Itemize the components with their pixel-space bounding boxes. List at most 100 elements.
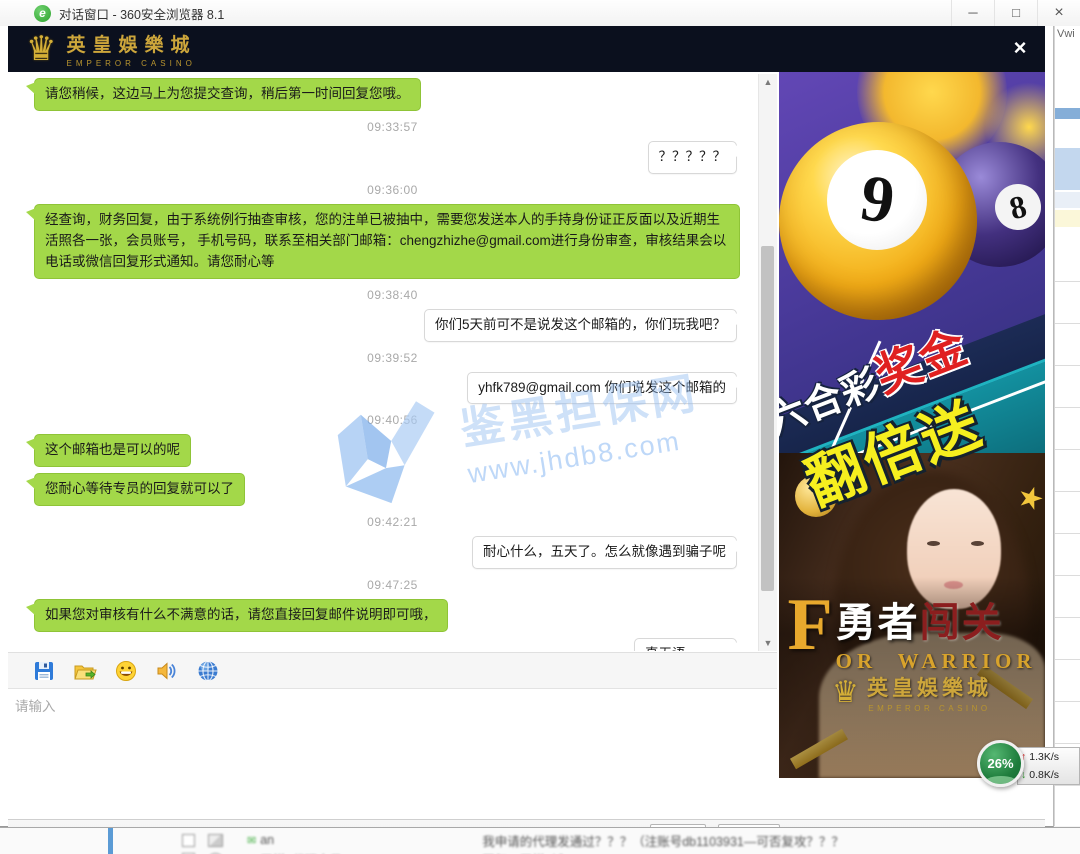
bubble-tail: [735, 313, 745, 326]
window-title: 对话窗口 - 360安全浏览器 8.1: [59, 4, 224, 23]
chat-bubble: 你们5天前可不是说发这个邮箱的，你们玩我吧？: [424, 309, 737, 342]
warrior-brave-text: 勇者: [836, 601, 920, 645]
chat-message-row: ？？？？？: [34, 141, 737, 174]
download-speed-value: 0.8K/s: [1029, 769, 1059, 781]
chat-bubble: 请您稍候，这边马上为您提交查询，稍后第一时间回复您哦。: [34, 78, 421, 111]
ball8-label: 8: [995, 184, 1041, 230]
chat-close-icon[interactable]: ×: [1007, 35, 1033, 61]
chat-bubble: ？？？？？: [648, 141, 738, 174]
chat-bubble: yhfk789@gmail.com 你们说发这个邮箱的: [467, 372, 737, 405]
browser-360-icon: e: [34, 5, 51, 22]
chat-bubble: 如果您对审核有什么不满意的话，请您直接回复邮件说明即可哦，: [34, 599, 448, 632]
background-row-lines: [1055, 240, 1080, 810]
chat-message-text: 您耐心等待专员的回复就可以了: [45, 481, 234, 496]
chat-timestamp: 09:47:25: [34, 575, 751, 595]
warrior-or-text: OR: [836, 649, 878, 673]
ball8-number: 8: [1006, 187, 1030, 227]
bubble-tail: [26, 438, 36, 451]
dialog-window-body: ♛ 英皇娛樂城 EMPEROR CASINO × 请您稍候，这边马上为您提交查询…: [0, 26, 1054, 827]
message-input[interactable]: 请输入: [8, 689, 777, 793]
crown-logo-icon: ♛: [26, 29, 56, 69]
bubble-tail: [735, 145, 745, 158]
scrollbar-thumb[interactable]: [761, 246, 774, 591]
mail-attachment-icon: [208, 834, 223, 847]
chat-message-row: 你们5天前可不是说发这个邮箱的，你们玩我吧？: [34, 309, 737, 342]
chat-panel: 请您稍候，这边马上为您提交查询，稍后第一时间回复您哦。 09:33:57 ？？？…: [8, 72, 777, 793]
background-partial-text: Vwi: [1057, 28, 1075, 40]
banner-warrior-title: F 勇者闯关 OR WARRIOR: [779, 590, 1045, 674]
bubble-tail: [735, 642, 745, 651]
chat-message-text: yhfk789@gmail.com 你们说发这个邮箱的: [478, 380, 726, 395]
sound-icon[interactable]: [155, 659, 179, 683]
chat-timestamp: 09:38:40: [34, 285, 751, 305]
network-speed-panel: ↑ 1.3K/s ↓ 0.8K/s: [1017, 747, 1080, 785]
mail-row[interactable]: ✉ 王棋6代理大员 回复：王棋6城: [0, 850, 1080, 854]
chat-timestamp: 09:39:52: [34, 348, 751, 368]
banner-casino-brand: ♛ 英皇娛樂城 EMPEROR CASINO: [779, 672, 1045, 713]
close-window-button[interactable]: ×: [1037, 0, 1080, 26]
background-row: [1055, 192, 1080, 208]
progress-percent: 26%: [987, 756, 1013, 771]
mail-flag-icon: ✉: [247, 834, 256, 847]
chat-scrollbar[interactable]: ▲ ▼: [758, 74, 777, 651]
banner-brand-en: EMPEROR CASINO: [867, 704, 992, 713]
mail-subject: 回复：王棋6城: [482, 850, 564, 854]
warrior-warrior-text: WARRIOR: [898, 649, 1037, 673]
mail-sender: 王棋6代理大员: [260, 850, 460, 854]
background-highlight-row: [1055, 210, 1080, 227]
chat-message-text: 如果您对审核有什么不满意的话，请您直接回复邮件说明即可哦，: [45, 607, 437, 622]
promo-banner[interactable]: 8 9 六合彩奖金 翻倍送 ★: [779, 72, 1045, 778]
emoji-icon[interactable]: [114, 659, 138, 683]
ball9-label: 9: [827, 150, 927, 250]
chat-message-text: 这个邮箱也是可以的呢: [45, 442, 180, 457]
minimize-button[interactable]: ─: [951, 0, 994, 26]
chat-bubble: 您耐心等待专员的回复就可以了: [34, 473, 245, 506]
chat-message-text: 经查询，财务回复，由于系统例行抽查审核，您的注单已被抽中，需要您发送本人的手持身…: [45, 212, 726, 269]
model-eye: [971, 541, 984, 546]
mail-checkbox[interactable]: [182, 834, 195, 847]
chat-timestamp: 09:42:21: [34, 512, 751, 532]
casino-brand-cn: 英皇娛樂城: [66, 30, 196, 57]
chat-message-text: 耐心什么，五天了。怎么就像遇到骗子呢: [483, 544, 726, 559]
chat-message-row: yhfk789@gmail.com 你们说发这个邮箱的: [34, 372, 737, 405]
progress-ball[interactable]: 26%: [977, 740, 1024, 787]
warrior-f-letter: F: [787, 590, 832, 674]
warrior-text-column: 勇者闯关 OR WARRIOR: [836, 590, 1037, 674]
save-icon[interactable]: [32, 659, 56, 683]
chat-message-text: 你们5天前可不是说发这个邮箱的，你们玩我吧？: [435, 317, 726, 332]
scroll-up-arrow-icon[interactable]: ▲: [759, 74, 777, 90]
chat-bubble: 耐心什么，五天了。怎么就像遇到骗子呢: [472, 536, 737, 569]
upload-speed-row: ↑ 1.3K/s: [1018, 748, 1079, 766]
banner-brand-cn: 英皇娛樂城: [867, 672, 992, 702]
chat-bubble: 真无语，。。。。: [634, 638, 737, 651]
send-file-folder-icon[interactable]: [73, 659, 97, 683]
maximize-button[interactable]: □: [994, 0, 1037, 26]
banner-brand-text: 英皇娛樂城 EMPEROR CASINO: [867, 672, 992, 713]
chat-timestamp: 09:36:00: [34, 180, 751, 200]
ball9-number: 9: [855, 160, 898, 240]
gold-star-icon: ★: [1012, 478, 1045, 520]
chat-message-row: 真无语，。。。。: [34, 638, 737, 651]
mail-sender: an: [260, 833, 460, 847]
casino-brand-en: EMPEROR CASINO: [66, 59, 196, 68]
chat-message-row: 您耐心等待专员的回复就可以了: [34, 473, 751, 506]
chat-bubble: 这个邮箱也是可以的呢: [34, 434, 191, 467]
bubble-tail: [735, 540, 745, 553]
chat-message-text: 真无语，。。。。: [645, 646, 726, 651]
casino-brand: 英皇娛樂城 EMPEROR CASINO: [66, 30, 196, 68]
globe-icon[interactable]: [196, 659, 220, 683]
mail-row[interactable]: ✉ an 我申请的代理发通过？？？（注账号db1103931—可否复攻？？？: [0, 831, 1080, 849]
chat-timestamp: 09:33:57: [34, 117, 751, 137]
background-page-strip: Vwi: [1054, 26, 1080, 826]
bubble-tail: [735, 376, 745, 389]
scroll-down-arrow-icon[interactable]: ▼: [759, 635, 777, 651]
chat-message-text: ？？？？？: [659, 149, 727, 164]
chat-message-row: 耐心什么，五天了。怎么就像遇到骗子呢: [34, 536, 737, 569]
chat-message-row: 这个邮箱也是可以的呢: [34, 434, 751, 467]
billiard-9-ball: 9: [779, 122, 977, 320]
chat-message-row: 请您稍候，这边马上为您提交查询，稍后第一时间回复您哦。: [34, 78, 751, 111]
window-controls: ─ □ ×: [951, 0, 1080, 26]
warrior-en-line: OR WARRIOR: [836, 649, 1037, 674]
background-selected-row: [1055, 148, 1080, 190]
bubble-tail: [26, 82, 36, 95]
